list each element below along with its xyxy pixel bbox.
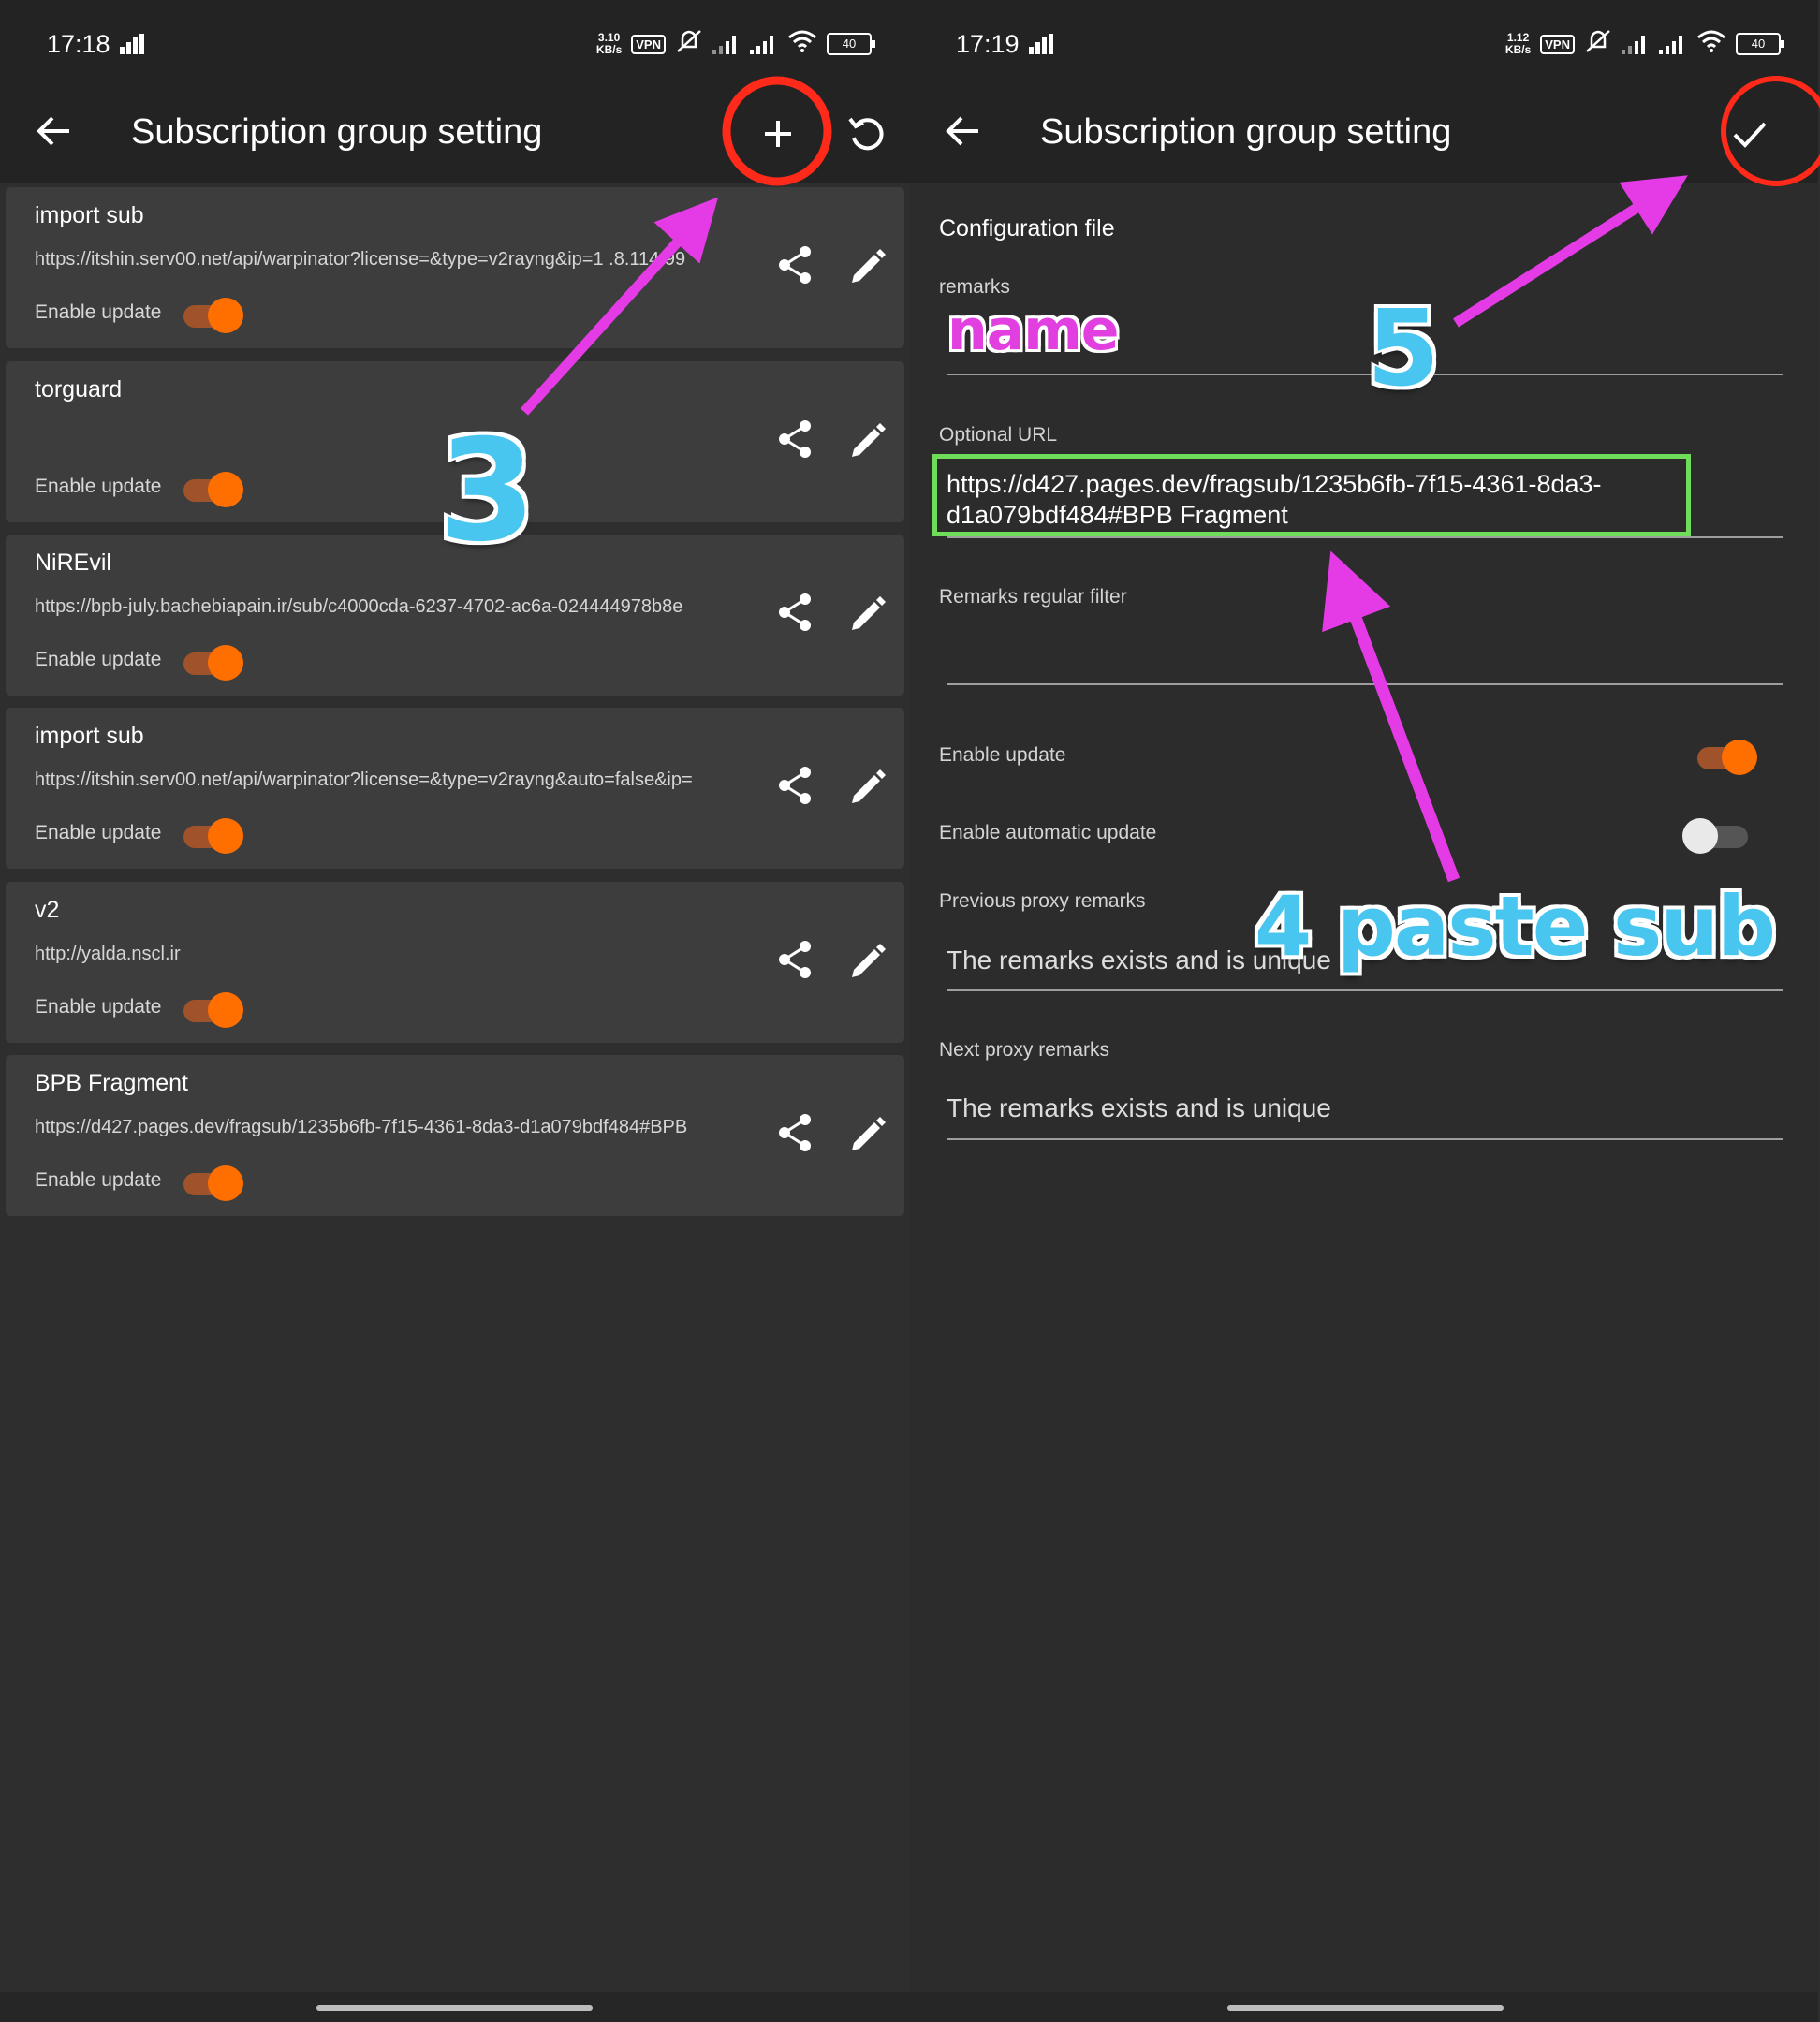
step-5-label: 5 [1367, 288, 1440, 410]
add-icon[interactable] [752, 108, 804, 160]
battery-icon: 40 [827, 33, 875, 55]
home-indicator[interactable] [316, 2005, 593, 2011]
step-3-label: 3 [438, 410, 536, 573]
card-enable-label: Enable update [35, 996, 162, 1018]
edit-pencil-icon[interactable] [846, 418, 889, 461]
page-title: Subscription group setting [1040, 112, 1452, 152]
cell-signal-icon-1 [712, 34, 741, 54]
app-bar: Subscription group setting [909, 84, 1818, 183]
status-time: 17:19 [956, 30, 1020, 58]
card-name: import sub [35, 202, 144, 228]
enable-update-toggle[interactable] [183, 298, 243, 333]
app-bar: Subscription group setting [0, 84, 909, 183]
prev-remarks-label: Previous proxy remarks [939, 890, 1146, 912]
edit-pencil-icon[interactable] [846, 243, 889, 286]
page-title: Subscription group setting [131, 112, 543, 152]
subscription-card[interactable]: v2 http://yalda.nscl.ir Enable update [6, 882, 904, 1043]
edit-pencil-icon[interactable] [846, 764, 889, 807]
refresh-icon[interactable] [841, 108, 893, 160]
status-icons: 1.12 KB/s VPN 40 [1504, 28, 1784, 60]
battery-icon: 40 [1736, 33, 1784, 55]
card-url: https://d427.pages.dev/fragsub/1235b6fb-… [35, 1117, 688, 1137]
cell-signal-icon-2 [1659, 34, 1687, 54]
card-name: torguard [35, 376, 123, 403]
share-icon[interactable] [773, 1111, 816, 1154]
auto-update-label: Enable automatic update [939, 822, 1157, 843]
net-speed: 1.12 KB/s [1504, 31, 1532, 56]
prev-remarks-underline [947, 989, 1783, 991]
status-bar: 17:18 3.10 KB/s VPN 40 [0, 0, 909, 84]
share-icon[interactable] [773, 243, 816, 286]
enable-update-toggle[interactable] [1697, 740, 1757, 775]
highlight-box [932, 454, 1691, 536]
edit-pencil-icon[interactable] [846, 938, 889, 981]
enable-update-toggle[interactable] [183, 818, 243, 854]
next-remarks-label: Next proxy remarks [939, 1039, 1110, 1061]
card-name: BPB Fragment [35, 1070, 188, 1096]
next-remarks-input[interactable]: The remarks exists and is unique [947, 1093, 1331, 1123]
card-enable-label: Enable update [35, 649, 162, 670]
optional-url-underline [947, 536, 1783, 538]
net-speed: 3.10 KB/s [595, 31, 623, 56]
subscription-list-screen: 17:18 3.10 KB/s VPN 40 Subscription group… [0, 0, 909, 2022]
share-icon[interactable] [773, 418, 816, 461]
card-enable-label: Enable update [35, 301, 162, 323]
name-hint-label: name [947, 298, 1119, 363]
remarks-filter-label: Remarks regular filter [939, 586, 1127, 608]
status-bar: 17:19 1.12 KB/s VPN 40 [909, 0, 1818, 84]
home-indicator[interactable] [1227, 2005, 1504, 2011]
enable-update-toggle[interactable] [183, 1165, 243, 1201]
card-url: https://itshin.serv00.net/api/warpinator… [35, 769, 693, 790]
auto-update-toggle[interactable] [1682, 818, 1748, 854]
vpn-icon: VPN [631, 34, 666, 54]
step-4-label: 4 paste sub [1255, 878, 1776, 974]
section-title: Configuration file [939, 215, 1115, 242]
back-arrow-icon[interactable] [943, 110, 984, 152]
status-time: 17:18 [47, 30, 110, 58]
edit-pencil-icon[interactable] [846, 591, 889, 634]
subscription-card[interactable]: BPB Fragment https://d427.pages.dev/frag… [6, 1055, 904, 1216]
remarks-label: remarks [939, 276, 1010, 298]
card-name: import sub [35, 723, 144, 749]
optional-url-label: Optional URL [939, 424, 1058, 446]
enable-update-label: Enable update [939, 744, 1066, 766]
share-icon[interactable] [773, 764, 816, 807]
next-remarks-underline [947, 1138, 1783, 1140]
wifi-icon [787, 30, 817, 58]
remarks-input[interactable] [947, 374, 1783, 375]
subscription-card[interactable]: import sub https://itshin.serv00.net/api… [6, 187, 904, 348]
signal-icon [120, 34, 146, 60]
enable-update-toggle[interactable] [183, 645, 243, 681]
edit-pencil-icon[interactable] [846, 1111, 889, 1154]
cell-signal-icon-2 [750, 34, 778, 54]
signal-icon [1029, 34, 1055, 60]
enable-update-toggle[interactable] [183, 992, 243, 1028]
share-icon[interactable] [773, 591, 816, 634]
share-icon[interactable] [773, 938, 816, 981]
vpn-icon: VPN [1540, 34, 1575, 54]
card-name: v2 [35, 897, 60, 923]
card-url: http://yalda.nscl.ir [35, 944, 181, 964]
mute-icon [1584, 28, 1612, 60]
remarks-filter-input[interactable] [947, 683, 1783, 685]
card-enable-label: Enable update [35, 476, 162, 497]
card-url: https://bpb-july.bachebiapain.ir/sub/c40… [35, 596, 683, 617]
card-enable-label: Enable update [35, 822, 162, 843]
card-url: https://itshin.serv00.net/api/warpinator… [35, 249, 686, 270]
enable-update-toggle[interactable] [183, 472, 243, 507]
back-arrow-icon[interactable] [34, 110, 75, 152]
status-icons: 3.10 KB/s VPN 40 [595, 28, 875, 60]
subscription-card[interactable]: import sub https://itshin.serv00.net/api… [6, 708, 904, 869]
cell-signal-icon-1 [1622, 34, 1650, 54]
mute-icon [675, 28, 703, 60]
wifi-icon [1696, 30, 1726, 58]
checkmark-icon[interactable] [1724, 108, 1776, 160]
card-enable-label: Enable update [35, 1169, 162, 1191]
card-name: NiREvil [35, 549, 111, 576]
